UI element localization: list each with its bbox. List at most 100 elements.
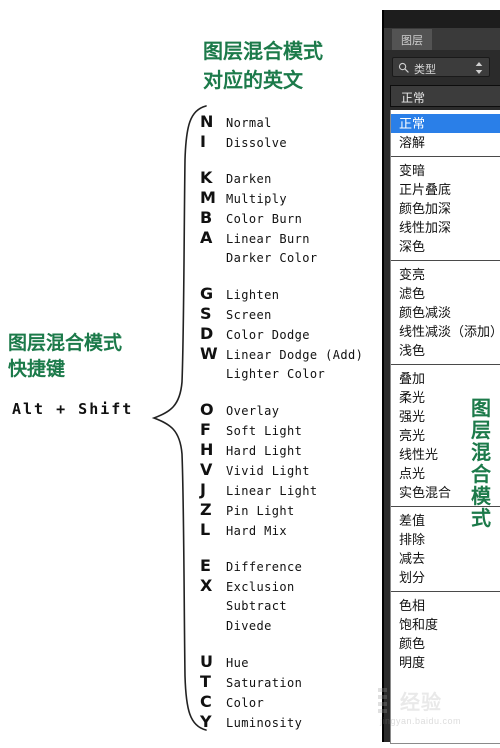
vertical-label-char: 式	[471, 508, 491, 530]
english-blend-group: U Hue T Saturation C Color Y Luminosity	[200, 652, 380, 732]
dropdown-item[interactable]: 线性加深	[391, 218, 500, 237]
english-blend-group: N Normal I Dissolve	[200, 112, 380, 152]
shortcut-key-letter: D	[200, 324, 214, 343]
english-blend-group: E Difference X Exclusion Subtract Divede	[200, 556, 380, 636]
dropdown-item[interactable]: 减去	[391, 549, 500, 568]
layer-filter-type-select[interactable]: 类型	[392, 57, 490, 77]
photoshop-layers-panel: 图层 类型 正常 正常 溶解 变暗 正片叠底 颜色加深 线性加深 深色 变亮 滤色 颜色减淡 线性减…	[382, 10, 500, 744]
shortcut-key-letter: F	[200, 420, 211, 439]
dropdown-item[interactable]: 变亮	[391, 265, 500, 284]
dropdown-group: 正常 溶解	[391, 110, 500, 156]
vertical-label-char: 图	[471, 398, 491, 420]
shortcut-key-letter: L	[200, 520, 211, 539]
blend-mode-english-name: Divede	[226, 619, 272, 633]
english-blend-row: W Linear Dodge (Add)	[200, 344, 380, 364]
blend-mode-english-name: Pin Light	[226, 504, 295, 518]
blend-mode-english-name: Multiply	[226, 192, 287, 206]
shortcut-key-letter: C	[200, 692, 212, 711]
english-blend-row: N Normal	[200, 112, 380, 132]
blend-mode-english-name: Linear Dodge (Add)	[226, 348, 364, 362]
blend-mode-english-name: Vivid Light	[226, 464, 310, 478]
english-blend-row: O Overlay	[200, 400, 380, 420]
up-down-arrows-icon[interactable]	[475, 61, 483, 75]
dropdown-item[interactable]: 线性减淡（添加）	[391, 322, 500, 341]
blend-mode-english-name: Lighter Color	[226, 367, 326, 381]
english-blend-row: D Color Dodge	[200, 324, 380, 344]
english-blend-row: J Linear Light	[200, 480, 380, 500]
blend-mode-english-name: Difference	[226, 560, 303, 574]
english-blend-row: Darker Color	[200, 248, 380, 268]
shortcut-key-letter: I	[200, 132, 206, 151]
english-blend-row: Divede	[200, 616, 380, 636]
english-blend-row: K Darken	[200, 168, 380, 188]
english-blend-row: Z Pin Light	[200, 500, 380, 520]
english-blend-row: M Multiply	[200, 188, 380, 208]
dropdown-item[interactable]: 溶解	[391, 133, 500, 152]
shortcut-key-letter: N	[200, 112, 214, 131]
dropdown-item[interactable]: 滤色	[391, 284, 500, 303]
dropdown-group: 色相 饱和度 颜色 明度	[391, 592, 500, 676]
blend-mode-english-name: Color Dodge	[226, 328, 310, 342]
english-blend-group: O Overlay F Soft Light H Hard Light V Vivid Lig…	[200, 400, 380, 540]
english-blend-mode-list: N Normal I Dissolve K Darken M Multiply B Color B…	[200, 112, 380, 748]
blend-mode-english-name: Dissolve	[226, 136, 287, 150]
blend-mode-english-name: Hard Light	[226, 444, 303, 458]
dropdown-item[interactable]: 变暗	[391, 161, 500, 180]
blend-mode-english-name: Color	[226, 696, 265, 710]
shortcut-key-letter: T	[200, 672, 211, 691]
english-blend-row: S Screen	[200, 304, 380, 324]
blend-mode-combobox[interactable]: 正常	[390, 85, 500, 107]
tab-layers[interactable]: 图层	[392, 29, 432, 50]
shortcut-key-letter: J	[200, 480, 206, 499]
shortcut-key-letter: U	[200, 652, 213, 671]
blend-mode-english-name: Darken	[226, 172, 272, 186]
dropdown-item[interactable]: 叠加	[391, 369, 500, 388]
english-blend-row: I Dissolve	[200, 132, 380, 152]
blend-mode-english-name: Saturation	[226, 676, 303, 690]
dropdown-item[interactable]: 正常	[391, 114, 500, 133]
english-blend-row: V Vivid Light	[200, 460, 380, 480]
english-blend-row: C Color	[200, 692, 380, 712]
shortcut-key-letter: A	[200, 228, 213, 247]
english-blend-group: K Darken M Multiply B Color Burn A Linear Burn D…	[200, 168, 380, 268]
dropdown-item[interactable]: 深色	[391, 237, 500, 256]
blend-mode-english-name: Hard Mix	[226, 524, 287, 538]
vertical-label-char: 模	[471, 486, 491, 508]
shortcut-key-letter: K	[200, 168, 213, 187]
english-blend-row: U Hue	[200, 652, 380, 672]
vertical-label-char: 层	[471, 420, 491, 442]
english-heading-line2: 对应的英文	[203, 70, 303, 92]
shortcut-key-letter: M	[200, 188, 216, 207]
shortcut-key-letter: S	[200, 304, 212, 323]
dropdown-item[interactable]: 明度	[391, 653, 500, 672]
english-blend-row: Lighter Color	[200, 364, 380, 384]
shortcut-key-letter: Y	[200, 712, 212, 731]
blend-mode-english-name: Exclusion	[226, 580, 295, 594]
vertical-green-label: 图层混合模式	[466, 398, 496, 530]
dropdown-item[interactable]: 正片叠底	[391, 180, 500, 199]
dropdown-item[interactable]: 颜色减淡	[391, 303, 500, 322]
blend-mode-english-name: Hue	[226, 656, 249, 670]
english-blend-row: L Hard Mix	[200, 520, 380, 540]
english-blend-row: Subtract	[200, 596, 380, 616]
blend-mode-current-value: 正常	[401, 91, 426, 105]
dropdown-item[interactable]: 划分	[391, 568, 500, 587]
dropdown-group: 变暗 正片叠底 颜色加深 线性加深 深色	[391, 157, 500, 260]
dropdown-item[interactable]: 排除	[391, 530, 500, 549]
dropdown-item[interactable]: 颜色	[391, 634, 500, 653]
dropdown-item[interactable]: 色相	[391, 596, 500, 615]
blend-mode-english-name: Screen	[226, 308, 272, 322]
dropdown-item[interactable]: 浅色	[391, 341, 500, 360]
dropdown-item[interactable]: 颜色加深	[391, 199, 500, 218]
shortcut-key-letter: H	[200, 440, 214, 459]
vertical-label-char: 合	[471, 464, 491, 486]
shortcut-key-letter: B	[200, 208, 213, 227]
blend-mode-english-name: Color Burn	[226, 212, 303, 226]
dropdown-group: 变亮 滤色 颜色减淡 线性减淡（添加） 浅色	[391, 261, 500, 364]
english-blend-row: A Linear Burn	[200, 228, 380, 248]
blend-mode-english-name: Lighten	[226, 288, 280, 302]
blend-mode-english-name: Soft Light	[226, 424, 303, 438]
blend-mode-english-name: Linear Burn	[226, 232, 310, 246]
dropdown-item[interactable]: 饱和度	[391, 615, 500, 634]
shortcut-keys-label: Alt + Shift	[12, 400, 134, 418]
